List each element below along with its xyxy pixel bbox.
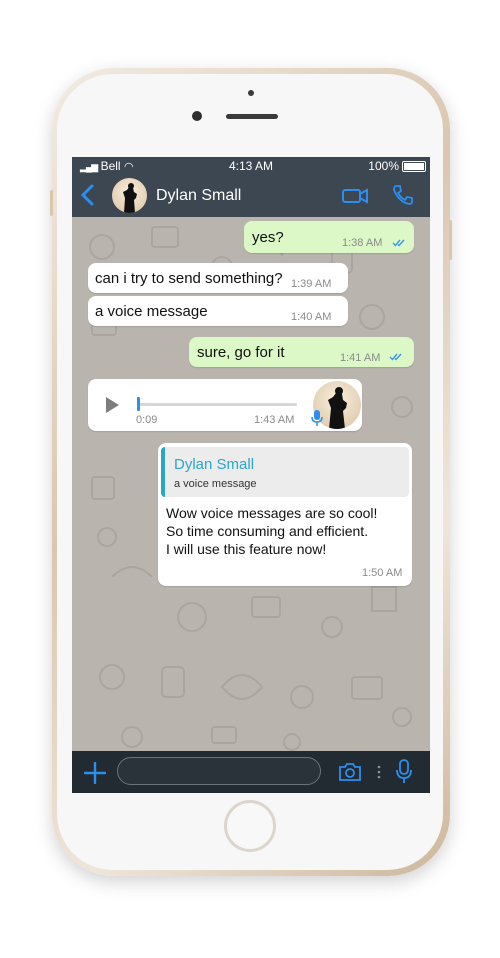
quoted-sender-name: Dylan Small: [174, 456, 255, 473]
battery-icon: [402, 160, 426, 172]
message-text: a voice message: [95, 303, 208, 320]
quoted-text: a voice message: [174, 478, 257, 490]
message-bubble-outgoing[interactable]: sure, go for it 1:41 AM: [189, 337, 414, 367]
reply-line: So time consuming and efficient.: [166, 523, 369, 539]
message-time: 1:41 AM: [340, 352, 381, 364]
reply-line: Wow voice messages are so cool!: [166, 505, 378, 521]
power-button: [449, 220, 452, 260]
volume-button: [50, 190, 53, 216]
message-time: 1:40 AM: [291, 311, 332, 323]
status-bar: ▂▄▆ Bell ◠ 4:13 AM 100%: [72, 157, 430, 175]
phone-call-icon[interactable]: [392, 184, 414, 211]
play-icon[interactable]: [104, 396, 120, 418]
battery-label: 100%: [368, 159, 399, 173]
contact-avatar[interactable]: [112, 178, 147, 213]
camera-icon[interactable]: [338, 762, 362, 787]
read-ticks-icon: [392, 239, 405, 247]
message-text: can i try to send something?: [95, 270, 283, 287]
contact-name[interactable]: Dylan Small: [156, 187, 241, 205]
voice-message-bubble[interactable]: 0:09 1:43 AM: [88, 379, 362, 431]
read-ticks-icon: [389, 353, 402, 361]
proximity-sensor: [248, 90, 254, 96]
microphone-icon: [311, 409, 323, 431]
message-composer: [72, 751, 430, 793]
message-bubble-outgoing[interactable]: yes? 1:38 AM: [244, 221, 414, 253]
chat-header: Dylan Small: [72, 175, 430, 217]
audio-progress-track[interactable]: [137, 403, 297, 406]
chat-screen: ▂▄▆ Bell ◠ 4:13 AM 100% Dylan Small yes?…: [72, 157, 430, 793]
message-input[interactable]: [117, 757, 321, 785]
reply-body: Wow voice messages are so cool! So time …: [166, 504, 377, 558]
message-time: 1:38 AM: [342, 237, 383, 249]
message-bubble-incoming[interactable]: can i try to send something? 1:39 AM: [88, 263, 348, 293]
earpiece-speaker: [226, 114, 278, 119]
message-time: 1:50 AM: [362, 567, 403, 579]
reply-message-bubble[interactable]: Dylan Small a voice message Wow voice me…: [158, 443, 412, 586]
quoted-message[interactable]: Dylan Small a voice message: [161, 447, 409, 497]
front-camera: [192, 111, 202, 121]
message-time: 1:43 AM: [254, 414, 295, 426]
battery-indicator: 100%: [368, 159, 426, 173]
reply-line: I will use this feature now!: [166, 541, 327, 557]
microphone-icon[interactable]: [396, 759, 412, 790]
more-dots-icon[interactable]: [377, 765, 381, 784]
home-button[interactable]: [224, 800, 276, 852]
audio-progress-knob[interactable]: [137, 397, 140, 411]
message-bubble-incoming[interactable]: a voice message 1:40 AM: [88, 296, 348, 326]
plus-icon[interactable]: [83, 757, 107, 789]
message-time: 1:39 AM: [291, 278, 332, 290]
message-text: sure, go for it: [197, 344, 285, 361]
back-chevron-icon[interactable]: [80, 184, 94, 213]
message-text: yes?: [252, 229, 284, 246]
voice-duration: 0:09: [136, 414, 158, 426]
video-call-icon[interactable]: [342, 188, 368, 209]
